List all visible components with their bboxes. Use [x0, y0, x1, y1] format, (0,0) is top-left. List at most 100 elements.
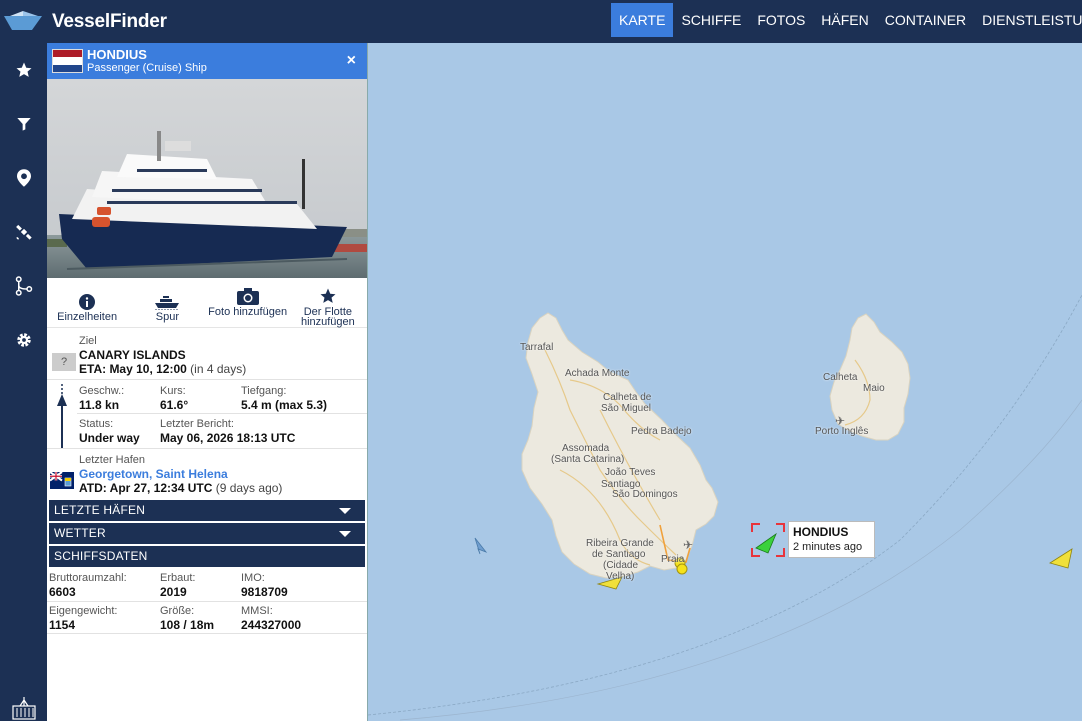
airport-icon: ✈: [683, 538, 693, 552]
vessel-photo[interactable]: [47, 79, 367, 278]
top-bar: VesselFinder KARTE SCHIFFE FOTOS HÄFEN C…: [0, 0, 1082, 43]
eta-value: ETA: May 10, 12:00 (in 4 days): [79, 362, 247, 376]
nav-karte[interactable]: KARTE: [611, 3, 674, 37]
imo-label: IMO:: [241, 572, 265, 584]
track-button[interactable]: Spur: [127, 278, 207, 327]
place-label: São Domingos: [612, 489, 678, 500]
draught-label: Tiefgang:: [241, 385, 287, 397]
vessel-type: Passenger (Cruise) Ship: [87, 62, 207, 74]
speed-label: Geschw.:: [79, 385, 125, 397]
vessel-actions: Einzelheiten Spur Foto hinzufügen Der Fl…: [47, 278, 367, 328]
course-value: 61.6°: [160, 398, 189, 412]
place-label: (Cidade: [603, 560, 639, 571]
last-port-block: Letzter Hafen Georgetown, Saint Helena A…: [47, 453, 367, 497]
chevron-down-icon: [339, 531, 351, 537]
destination-label: Ziel: [79, 335, 97, 347]
place-label: Porto Inglês: [815, 426, 869, 437]
nav-dienstleistungen[interactable]: DIENSTLEISTUN: [974, 3, 1082, 37]
place-label: João Teves: [605, 467, 656, 478]
container-icon[interactable]: [0, 693, 47, 721]
deadweight-value: 1154: [49, 618, 76, 632]
saint-helena-flag-icon: [50, 472, 74, 489]
gear-icon[interactable]: [0, 325, 47, 355]
place-label: Assomada: [562, 443, 610, 454]
place-label: Calheta: [823, 372, 858, 383]
built-label: Erbaut:: [160, 572, 196, 584]
place-label: Tarrafal: [520, 342, 554, 353]
nav-container[interactable]: CONTAINER: [877, 3, 974, 37]
place-label: (Santa Catarina): [551, 454, 625, 465]
last-report-label: Letzter Bericht:: [160, 418, 234, 430]
mmsi-value: 244327000: [241, 618, 302, 632]
details-button[interactable]: Einzelheiten: [47, 278, 127, 327]
divider: [47, 448, 367, 449]
gross-tonnage-value: 6603: [49, 585, 76, 599]
last-port-link[interactable]: Georgetown, Saint Helena: [79, 467, 228, 481]
status-label: Status:: [79, 418, 114, 430]
imo-value: 9818709: [241, 585, 288, 599]
built-value: 2019: [160, 585, 187, 599]
map-pin-icon[interactable]: [0, 163, 47, 193]
camera-icon: [236, 288, 259, 305]
place-label: Praia: [661, 554, 685, 565]
status-value: Under way: [79, 431, 140, 445]
map-canvas[interactable]: ✈ ✈: [368, 43, 1082, 721]
add-to-fleet-button[interactable]: Der Flotte hinzufügen: [288, 278, 367, 328]
satellite-icon[interactable]: [0, 217, 47, 247]
place-label: Pedra Badejo: [631, 426, 692, 437]
vesselfinder-logo[interactable]: VesselFinder: [0, 0, 180, 43]
logo-text: VesselFinder: [52, 10, 167, 32]
place-label: Calheta de: [603, 392, 652, 403]
vessel-header: HONDIUS Passenger (Cruise) Ship ×: [47, 43, 367, 79]
shipping-lane: [399, 399, 1082, 721]
gross-tonnage-label: Bruttoraumzahl:: [49, 572, 127, 584]
selected-vessel-marker[interactable]: [751, 523, 785, 557]
divider: [47, 601, 367, 602]
add-photo-button[interactable]: Foto hinzufügen: [208, 278, 288, 327]
port-marker-icon[interactable]: [676, 563, 688, 575]
nav-schiffe[interactable]: SCHIFFE: [673, 3, 749, 37]
place-label: Achada Monte: [565, 368, 630, 379]
divider: [47, 379, 367, 380]
left-toolbar: [0, 43, 47, 721]
divider: [77, 413, 367, 414]
tooltip-vessel-name: HONDIUS: [793, 525, 849, 539]
vessel-marker-icon[interactable]: [474, 537, 488, 555]
divider: [47, 633, 367, 634]
section-ship-data[interactable]: SCHIFFSDATEN: [49, 546, 365, 567]
section-last-ports[interactable]: LETZTE HÄFEN: [49, 500, 365, 521]
vessel-map-tooltip[interactable]: HONDIUS 2 minutes ago: [788, 521, 875, 558]
mmsi-label: MMSI:: [241, 605, 273, 617]
star-icon: [320, 288, 336, 303]
course-arrow-icon: [57, 384, 67, 448]
ship-logo-icon: [4, 10, 42, 30]
last-report-value: May 06, 2026 18:13 UTC: [160, 431, 296, 445]
vessel-marker-icon[interactable]: [1049, 548, 1073, 569]
course-label: Kurs:: [160, 385, 186, 397]
size-value: 108 / 18m: [160, 618, 215, 632]
close-button[interactable]: ×: [347, 52, 356, 70]
destination-block: ? Ziel CANARY ISLANDS ETA: May 10, 12:00…: [47, 334, 367, 379]
section-weather[interactable]: WETTER: [49, 523, 365, 544]
vessel-name: HONDIUS: [87, 47, 147, 62]
atd-value: ATD: Apr 27, 12:34 UTC (9 days ago): [79, 481, 283, 495]
unknown-flag-icon: ?: [52, 353, 76, 371]
filter-icon[interactable]: [0, 109, 47, 139]
info-icon: [79, 294, 96, 310]
nav-haefen[interactable]: HÄFEN: [813, 3, 876, 37]
place-label: de Santiago: [592, 549, 646, 560]
place-label: Maio: [863, 383, 885, 394]
main-nav: KARTE SCHIFFE FOTOS HÄFEN CONTAINER DIEN…: [611, 3, 1082, 37]
tooltip-last-seen: 2 minutes ago: [793, 541, 863, 553]
place-label: Velha): [606, 571, 635, 582]
shipping-lane: [368, 294, 1082, 716]
speed-value: 11.8 kn: [79, 398, 120, 412]
draught-value: 5.4 m (max 5.3): [241, 398, 328, 412]
nav-fotos[interactable]: FOTOS: [749, 3, 813, 37]
netherlands-flag-icon: [52, 49, 83, 73]
map-view[interactable]: ✈ ✈ Tarrafal Achada Monte Calheta de São…: [368, 43, 1082, 721]
ship-data-block: Bruttoraumzahl: 6603 Erbaut: 2019 IMO: 9…: [47, 570, 367, 634]
star-icon[interactable]: [0, 55, 47, 85]
place-label: Ribeira Grande: [586, 538, 654, 549]
route-icon[interactable]: [0, 271, 47, 301]
